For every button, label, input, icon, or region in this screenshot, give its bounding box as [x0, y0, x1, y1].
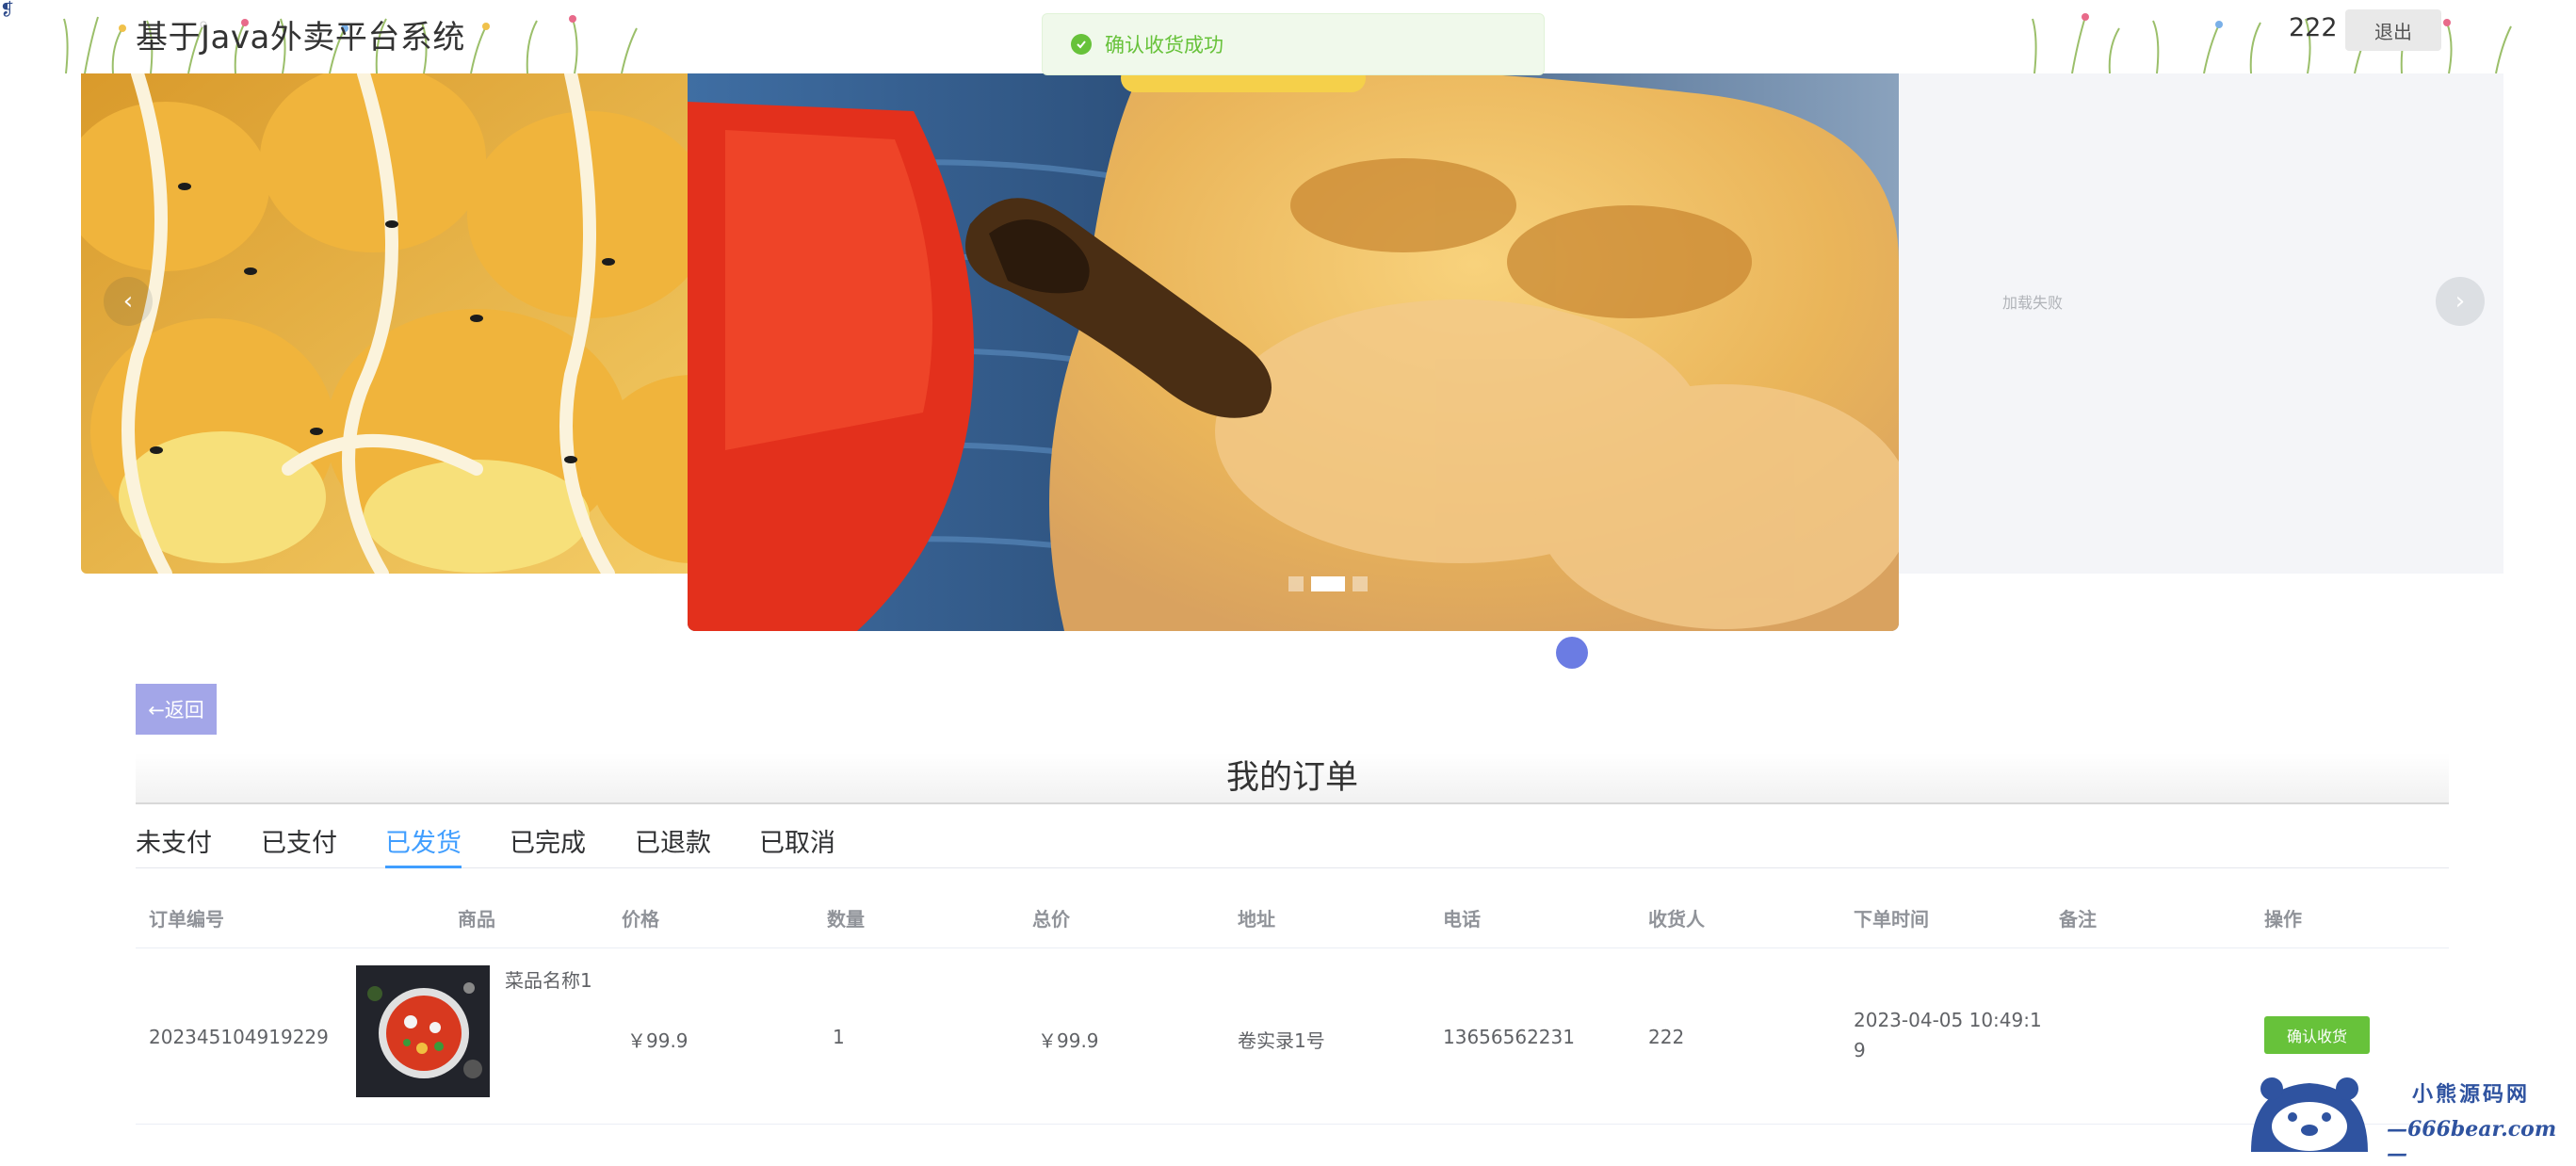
logout-button[interactable]: 退出 [2345, 9, 2441, 51]
cell-receiver: 222 [1648, 1026, 1685, 1048]
watermark-cn-text: 小熊源码网 [2412, 1083, 2531, 1107]
cell-phone: 13656562231 [1443, 1026, 1575, 1048]
carousel-indicators [1288, 576, 1368, 591]
cell-order-time-line2: 9 [1854, 1039, 1866, 1061]
cell-order-no: 202345104919229 [149, 1026, 329, 1048]
tab-unpaid[interactable]: 未支付 [136, 825, 212, 867]
cell-quantity: 1 [833, 1026, 845, 1048]
tab-paid[interactable]: 已支付 [261, 825, 337, 867]
column-header-receiver: 收货人 [1648, 908, 1705, 931]
cell-address: 卷实录1号 [1238, 1029, 1325, 1052]
carousel-slide-next[interactable]: 加载失败 [1899, 73, 2503, 574]
cell-total: ￥99.9 [1038, 1029, 1099, 1052]
carousel-indicator[interactable] [1353, 576, 1368, 591]
banner-carousel: 加载失败 ‹ › [81, 73, 2503, 631]
column-header-remark: 备注 [2059, 908, 2097, 931]
toast-message: 确认收货成功 [1105, 34, 1223, 57]
page-title: 我的订单 [1225, 759, 1358, 797]
table-row: 202345104919229 菜品名称1 ￥99.9 1 ￥99.9 卷实录1… [136, 948, 2449, 1125]
carousel-next-arrow-icon[interactable]: › [2436, 277, 2485, 326]
column-header-total: 总价 [1032, 908, 1070, 931]
back-button[interactable]: ←返回 [136, 684, 217, 735]
column-header-order-no: 订单编号 [149, 908, 224, 931]
column-header-address: 地址 [1238, 908, 1275, 931]
column-header-phone: 电话 [1443, 908, 1481, 931]
column-header-actions: 操作 [2264, 908, 2302, 931]
food-image [81, 73, 769, 574]
column-header-product: 商品 [458, 908, 495, 931]
tab-cancelled[interactable]: 已取消 [759, 825, 835, 867]
cell-price: ￥99.9 [627, 1029, 689, 1052]
cell-order-time-line1: 2023-04-05 10:49:1 [1854, 1009, 2042, 1031]
corner-mark-icon: ❡ [0, 0, 15, 20]
carousel-slide-active[interactable] [688, 73, 1899, 631]
username-label: 222 [2289, 13, 2338, 42]
column-header-quantity: 数量 [827, 908, 865, 931]
watermark-en-text: —666bear.com— [2387, 1117, 2557, 1166]
carousel-indicator-active[interactable] [1311, 576, 1345, 591]
carousel-slide-prev[interactable] [81, 73, 769, 574]
tab-completed[interactable]: 已完成 [510, 825, 586, 867]
grass-decoration [2032, 13, 2512, 73]
product-thumbnail[interactable] [356, 965, 490, 1097]
page-title-bar: 我的订单 [136, 753, 2449, 804]
tab-refunded[interactable]: 已退款 [635, 825, 711, 867]
tab-shipped[interactable]: 已发货 [385, 825, 462, 868]
confirm-receipt-button[interactable]: 确认收货 [2264, 1016, 2370, 1054]
site-title: 基于Java外卖平台系统 [136, 19, 465, 57]
bear-logo-icon [2251, 1077, 2368, 1152]
mouse-cursor-icon [1556, 637, 1588, 669]
success-toast: 确认收货成功 [1042, 13, 1545, 75]
food-image [688, 73, 1899, 631]
order-status-tabs: 未支付 已支付 已发货 已完成 已退款 已取消 [136, 825, 2449, 868]
carousel-prev-arrow-icon[interactable]: ‹ [104, 277, 153, 326]
cell-product-name[interactable]: 菜品名称1 [505, 965, 592, 993]
check-circle-icon [1071, 34, 1092, 55]
watermark: 小熊源码网 —666bear.com— [2247, 1068, 2558, 1166]
dish-image [356, 965, 490, 1097]
carousel-indicator[interactable] [1288, 576, 1304, 591]
image-load-failed-text: 加载失败 [2002, 294, 2064, 312]
table-header: 订单编号 商品 价格 数量 总价 地址 电话 收货人 下单时间 备注 操作 [136, 885, 2449, 948]
column-header-order-time: 下单时间 [1854, 908, 1929, 931]
column-header-price: 价格 [622, 908, 659, 931]
orders-table: 订单编号 商品 价格 数量 总价 地址 电话 收货人 下单时间 备注 操作 20… [136, 885, 2449, 1125]
